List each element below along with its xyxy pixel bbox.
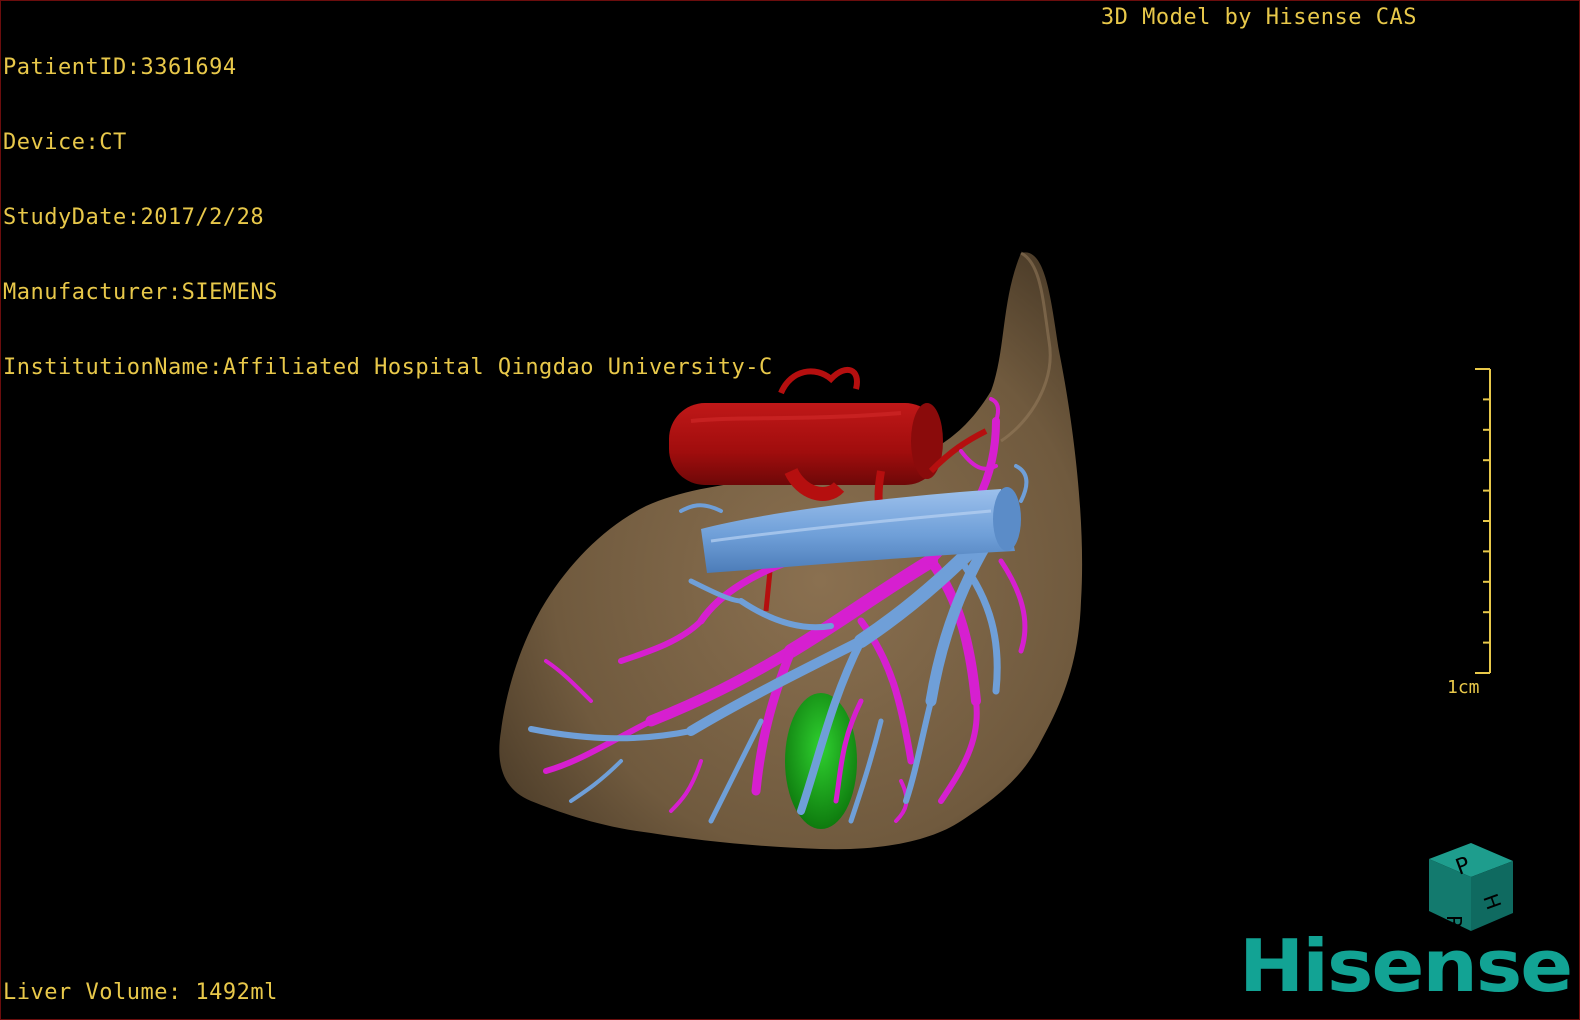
scale-bar-label: 1cm — [1447, 677, 1480, 698]
gallbladder — [785, 693, 857, 829]
device: Device:CT — [3, 130, 127, 155]
patient-id: PatientID:3361694 — [3, 55, 237, 80]
scale-bar — [1475, 368, 1491, 674]
3d-viewport[interactable]: PatientID:3361694 Device:CT StudyDate:20… — [0, 0, 1580, 1020]
hisense-logo: Hisense — [1239, 925, 1573, 1009]
study-metadata: PatientID:3361694 Device:CT StudyDate:20… — [3, 5, 773, 430]
orientation-cube[interactable]: P H R — [1421, 837, 1521, 937]
manufacturer: Manufacturer:SIEMENS — [3, 280, 278, 305]
model-credit: 3D Model by Hisense CAS — [1100, 5, 1417, 30]
liver-volume: Liver Volume: 1492ml — [3, 980, 278, 1005]
study-date: StudyDate:2017/2/28 — [3, 205, 265, 230]
institution-name: InstitutionName:Affiliated Hospital Qing… — [3, 355, 773, 380]
